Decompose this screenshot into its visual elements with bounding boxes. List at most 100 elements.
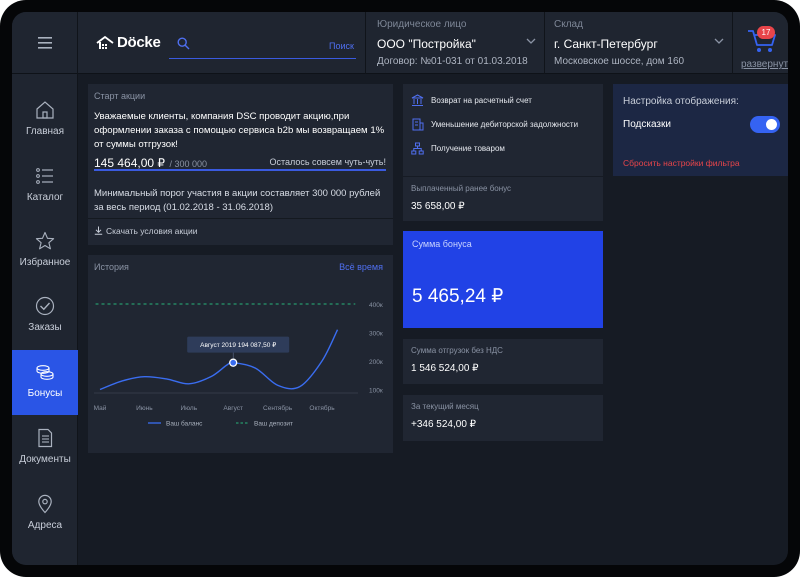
sidebar-item-label: Каталог — [26, 192, 64, 203]
document-icon — [38, 428, 53, 448]
warehouse-select[interactable]: Склад г. Санкт-Петербург Московское шосс… — [545, 12, 733, 74]
hints-toggle[interactable] — [750, 116, 780, 133]
display-settings-panel: Настройка отображения: Подсказки Сбросит… — [613, 84, 788, 176]
chevron-down-icon — [714, 38, 724, 44]
sidebar-item-catalog[interactable]: Каталог — [12, 154, 78, 219]
promo-total-amount: / 300 000 — [169, 159, 208, 169]
cart[interactable]: 17 развернуть — [733, 12, 788, 74]
action-goods[interactable]: Получение товаром — [411, 142, 505, 155]
y-tick-label: 100к — [369, 388, 383, 395]
sidebar-item-label: Заказы — [28, 322, 62, 333]
expand-link[interactable]: развернуть — [741, 59, 788, 70]
search-button[interactable]: Поиск — [329, 41, 354, 51]
sidebar-item-bonuses[interactable]: Бонусы — [12, 350, 78, 415]
entity-contract: Договор: №01-031 от 01.03.2018 — [377, 56, 528, 67]
action-reduce-debt[interactable]: Уменьшение дебиторской задолжности — [411, 118, 578, 131]
paid-bonus-label: Выплаченный ранее бонус — [411, 184, 512, 193]
coins-icon — [36, 365, 54, 380]
shipments-value: 1 546 524,00 ₽ — [411, 363, 479, 374]
house-logo-icon — [96, 35, 114, 49]
device-frame: Döcke Поиск Юридическое лицо ООО "Постро… — [0, 0, 800, 577]
logo-text: Döcke — [117, 34, 161, 51]
x-tick-label: Сентябрь — [263, 404, 293, 412]
download-terms-label: Скачать условия акции — [106, 226, 198, 236]
hamburger-icon — [37, 37, 52, 49]
check-circle-icon — [35, 296, 55, 316]
warehouse-label: Склад — [554, 19, 583, 30]
bonus-sum-label: Сумма бонуса — [412, 239, 472, 249]
y-tick-label: 200к — [369, 359, 383, 366]
promo-progress: 145 464,00 ₽ / 300 000 Осталось совсем ч… — [94, 154, 386, 171]
promo-terms: Минимальный порог участия в акции состав… — [94, 188, 381, 213]
legal-entity-select[interactable]: Юридическое лицо ООО "Постройка" Договор… — [365, 12, 545, 74]
reset-filters-link[interactable]: Сбросить настройки фильтра — [623, 158, 740, 168]
entity-label: Юридическое лицо — [377, 19, 467, 30]
legend-label: Ваш депозит — [254, 421, 293, 428]
history-chart: 100к 200к 300к 400к Май Июнь Июль Август Сентябр… — [94, 302, 383, 428]
list-icon — [36, 168, 53, 184]
entity-value: ООО "Постройка" — [377, 37, 476, 51]
sidebar-item-home[interactable]: Главная — [12, 88, 78, 153]
building-icon — [412, 118, 424, 131]
sidebar-item-label: Избранное — [19, 257, 71, 268]
map-pin-icon — [38, 494, 52, 514]
sidebar-item-label: Главная — [25, 126, 65, 137]
highlight-point — [229, 358, 238, 367]
download-icon — [94, 226, 103, 235]
shipments-card: Сумма отгрузок без НДС 1 546 524,00 ₽ — [403, 339, 603, 384]
y-tick-label: 300к — [369, 331, 383, 338]
promo-text: Уважаемые клиенты, компания DSC проводит… — [94, 111, 385, 150]
current-month-card: За текущий месяц +346 524,00 ₽ — [403, 395, 603, 441]
sidebar-item-addresses[interactable]: Адреса — [12, 482, 78, 547]
history-panel: История Всё время 100к 200к 300к 400к Май Июн… — [88, 255, 393, 453]
network-icon — [411, 142, 424, 155]
warehouse-address: Московское шоссе, дом 160 — [554, 56, 685, 67]
chevron-down-icon — [526, 38, 536, 44]
paid-bonus-value: 35 658,00 ₽ — [411, 201, 465, 212]
x-tick-label: Май — [94, 404, 107, 412]
sidebar-item-label: Документы — [19, 454, 71, 465]
app-screen: Döcke Поиск Юридическое лицо ООО "Постро… — [12, 12, 788, 565]
sidebar-item-orders[interactable]: Заказы — [12, 284, 78, 349]
action-label: Получение товаром — [431, 144, 505, 153]
search-field[interactable]: Поиск — [169, 34, 356, 59]
menu-button[interactable] — [12, 12, 78, 74]
action-label: Возврат на расчетный счет — [431, 96, 532, 105]
sidebar-item-documents[interactable]: Документы — [12, 416, 78, 481]
promo-remaining-text: Осталось совсем чуть-чуть! — [269, 157, 386, 167]
warehouse-value: г. Санкт-Петербург — [554, 37, 658, 51]
hints-label: Подсказки — [623, 119, 671, 130]
download-terms-link[interactable]: Скачать условия акции — [88, 218, 393, 245]
x-tick-label: Июль — [181, 405, 198, 412]
shipments-label: Сумма отгрузок без НДС — [411, 346, 503, 355]
promo-current-amount: 145 464,00 ₽ — [94, 156, 166, 170]
current-month-value: +346 524,00 ₽ — [411, 419, 477, 430]
bonus-actions-panel: Возврат на расчетный счет Уменьшение деб… — [403, 84, 603, 176]
action-label: Уменьшение дебиторской задолжности — [431, 120, 579, 129]
bank-icon — [411, 94, 424, 106]
current-month-label: За текущий месяц — [411, 402, 479, 411]
x-tick-label: Октябрь — [309, 404, 335, 412]
action-refund[interactable]: Возврат на расчетный счет — [411, 94, 532, 107]
search-icon — [177, 37, 190, 50]
bonus-sum-value: 5 465,24 ₽ — [412, 286, 504, 307]
x-tick-label: Август — [223, 405, 243, 412]
bonus-sum-card: Сумма бонуса 5 465,24 ₽ — [403, 231, 603, 328]
promo-title: Старт акции — [94, 91, 146, 101]
cart-count-badge: 17 — [757, 26, 775, 39]
home-icon — [36, 101, 54, 119]
x-tick-label: Июнь — [136, 405, 153, 412]
legend-label: Ваш баланс — [166, 420, 203, 428]
star-icon — [35, 231, 55, 250]
sidebar-item-favorites[interactable]: Избранное — [12, 219, 78, 284]
y-tick-label: 400к — [369, 302, 383, 309]
sidebar: Главная Каталог Избранное Заказы Бонусы … — [12, 74, 78, 565]
settings-title: Настройка отображения: — [623, 96, 739, 107]
sidebar-item-label: Бонусы — [27, 388, 63, 399]
toggle-knob — [766, 119, 777, 130]
top-bar: Döcke Поиск Юридическое лицо ООО "Постро… — [12, 12, 788, 74]
promo-panel: Старт акции Уважаемые клиенты, компания … — [88, 84, 393, 245]
logo[interactable]: Döcke — [96, 34, 161, 51]
paid-bonus-card: Выплаченный ранее бонус 35 658,00 ₽ — [403, 177, 603, 221]
tooltip-text: Август 2019 194 087,50 ₽ — [200, 341, 277, 349]
